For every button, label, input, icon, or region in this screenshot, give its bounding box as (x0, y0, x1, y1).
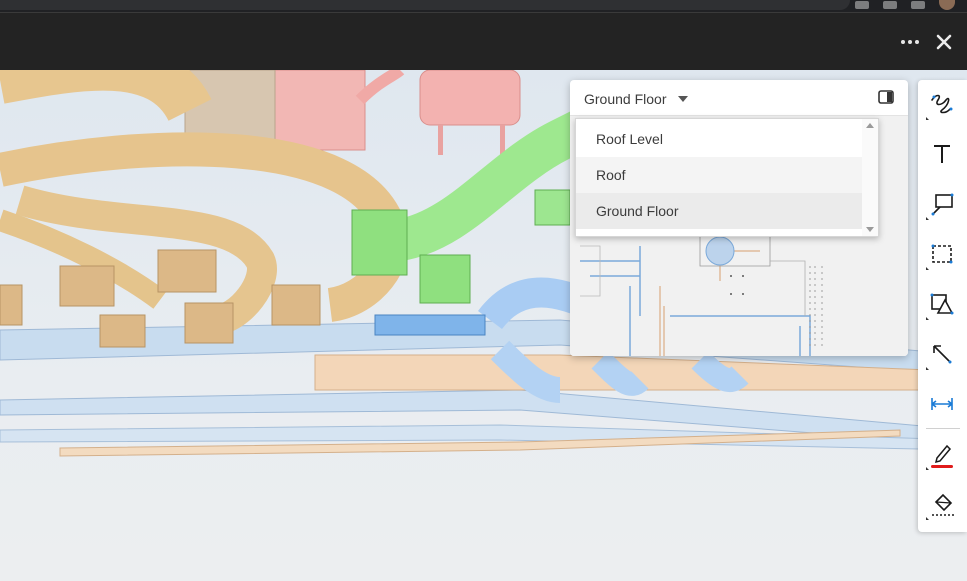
dropdown-scrollbar[interactable] (862, 119, 878, 236)
paint-bucket-icon (932, 493, 954, 516)
panel-split-icon[interactable] (878, 90, 894, 104)
extension-icon[interactable] (855, 1, 869, 9)
callout-tool[interactable] (924, 186, 960, 222)
valve-assembly (374, 314, 486, 336)
shapes-icon (930, 293, 954, 315)
submenu-indicator (926, 517, 929, 520)
text-tool[interactable] (924, 136, 960, 172)
level-option[interactable]: Roof Level (576, 121, 863, 157)
level-option-selected[interactable]: Ground Floor (576, 193, 863, 229)
extension-icon[interactable] (911, 1, 925, 9)
dimension-icon (931, 398, 953, 410)
browser-address-area (0, 0, 850, 10)
measure-tool[interactable] (924, 386, 960, 422)
level-dropdown-list: Roof Level Roof Ground Floor (575, 118, 879, 237)
pen-color-tool[interactable] (924, 436, 960, 472)
selected-level-label: Ground Floor (584, 91, 667, 107)
profile-avatar[interactable] (939, 0, 955, 10)
text-icon (934, 145, 950, 163)
submenu-indicator (926, 267, 929, 270)
scroll-up-icon[interactable] (866, 123, 874, 128)
bookmark-icon[interactable] (883, 1, 897, 9)
chevron-down-icon (678, 96, 689, 102)
green-fitting (419, 254, 471, 304)
tan-duct (0, 70, 212, 123)
browser-tab-strip (0, 0, 967, 12)
green-fitting (351, 209, 408, 276)
pink-tank (269, 70, 366, 151)
scribble-icon (931, 94, 953, 114)
duct-fitting (184, 302, 234, 344)
duct-fitting (271, 284, 321, 326)
pink-tank (419, 70, 521, 126)
markup-toolbar (918, 80, 967, 532)
arrow-icon (933, 345, 952, 364)
submenu-indicator (926, 217, 929, 220)
scroll-down-icon[interactable] (866, 227, 874, 232)
tan-duct (15, 185, 277, 335)
pink-pipe (355, 70, 405, 105)
freehand-markup-tool[interactable] (924, 86, 960, 122)
submenu-indicator (926, 317, 929, 320)
shapes-tool[interactable] (924, 286, 960, 322)
pink-leg (500, 125, 505, 155)
callout-icon (931, 193, 954, 216)
toolbar-divider (926, 428, 960, 429)
arrow-tool[interactable] (924, 336, 960, 372)
level-option[interactable]: Roof (576, 157, 863, 193)
close-icon[interactable] (933, 31, 955, 53)
rectangle-cloud-tool[interactable] (924, 236, 960, 272)
duct-fitting (157, 249, 217, 293)
submenu-indicator (926, 117, 929, 120)
duct-fitting (99, 314, 146, 348)
duct-fitting (0, 284, 23, 326)
level-select-dropdown[interactable]: Ground Floor (584, 89, 689, 109)
viewer-top-bar (0, 12, 967, 70)
pink-leg (438, 125, 443, 155)
submenu-indicator (926, 467, 929, 470)
more-horizontal-icon[interactable] (899, 31, 921, 53)
sheet-panel-header: Ground Floor (570, 80, 908, 116)
green-fitting (534, 189, 571, 226)
pencil-icon (931, 444, 953, 468)
fill-tool[interactable] (924, 486, 960, 522)
duct-fitting (59, 265, 115, 307)
submenu-indicator (926, 367, 929, 370)
browser-extension-icons (855, 0, 955, 10)
dashed-rectangle-icon (931, 244, 953, 264)
